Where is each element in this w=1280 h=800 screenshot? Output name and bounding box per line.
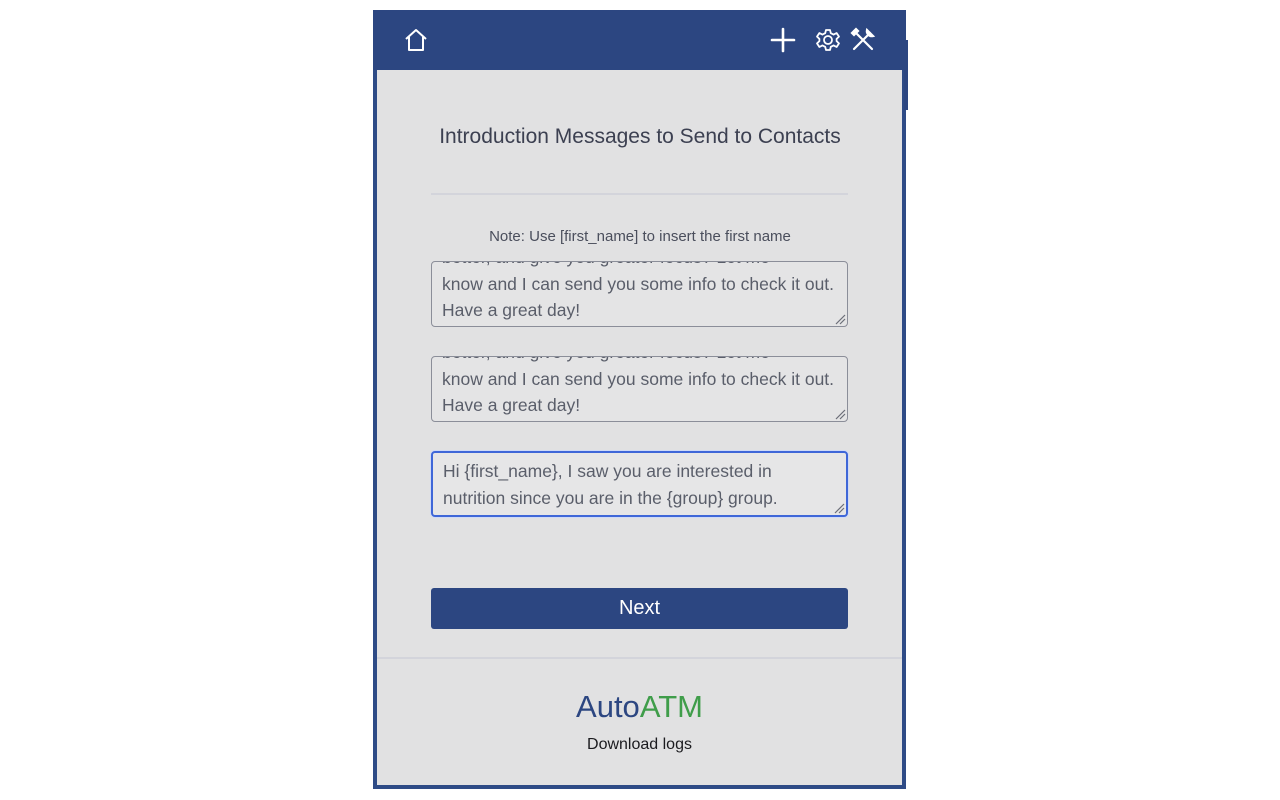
extension-panel: Introduction Messages to Send to Contact… bbox=[373, 10, 908, 789]
download-logs-link[interactable]: Download logs bbox=[377, 736, 902, 754]
next-button[interactable]: Next bbox=[431, 588, 848, 629]
settings-button[interactable] bbox=[814, 26, 842, 54]
intro-message-textarea-3[interactable]: Hi {first_name}, I saw you are intereste… bbox=[431, 451, 848, 517]
message-partial-line: better, and give you greater focus? Let … bbox=[442, 357, 837, 366]
title-divider bbox=[431, 193, 848, 195]
page-title: Introduction Messages to Send to Contact… bbox=[439, 125, 841, 148]
resize-grip-icon[interactable] bbox=[833, 502, 845, 514]
top-toolbar bbox=[373, 10, 908, 110]
plus-icon bbox=[770, 27, 796, 53]
home-button[interactable] bbox=[402, 26, 430, 54]
gear-icon bbox=[815, 27, 841, 53]
resize-grip-icon[interactable] bbox=[834, 313, 846, 325]
brand-part-atm: ATM bbox=[639, 689, 703, 724]
message-partial-line: better, and give you greater focus? Let … bbox=[442, 262, 837, 271]
message-text: Hi {first_name}, I saw you are intereste… bbox=[443, 461, 778, 508]
insert-name-note: Note: Use [first_name] to insert the fir… bbox=[489, 228, 791, 245]
brand-part-auto: Auto bbox=[576, 689, 640, 724]
tools-icon bbox=[850, 27, 876, 53]
intro-message-textarea-1[interactable]: better, and give you greater focus? Let … bbox=[431, 261, 848, 327]
add-button[interactable] bbox=[769, 26, 797, 54]
resize-grip-icon[interactable] bbox=[834, 408, 846, 420]
message-text: know and I can send you some info to che… bbox=[442, 273, 835, 321]
brand-logo: AutoATM bbox=[377, 687, 902, 727]
toolbar-edge bbox=[904, 40, 908, 110]
footer-divider bbox=[377, 657, 902, 659]
message-text: know and I can send you some info to che… bbox=[442, 368, 835, 416]
home-icon bbox=[403, 27, 429, 53]
intro-message-textarea-2[interactable]: better, and give you greater focus? Let … bbox=[431, 356, 848, 422]
tools-button[interactable] bbox=[849, 26, 877, 54]
